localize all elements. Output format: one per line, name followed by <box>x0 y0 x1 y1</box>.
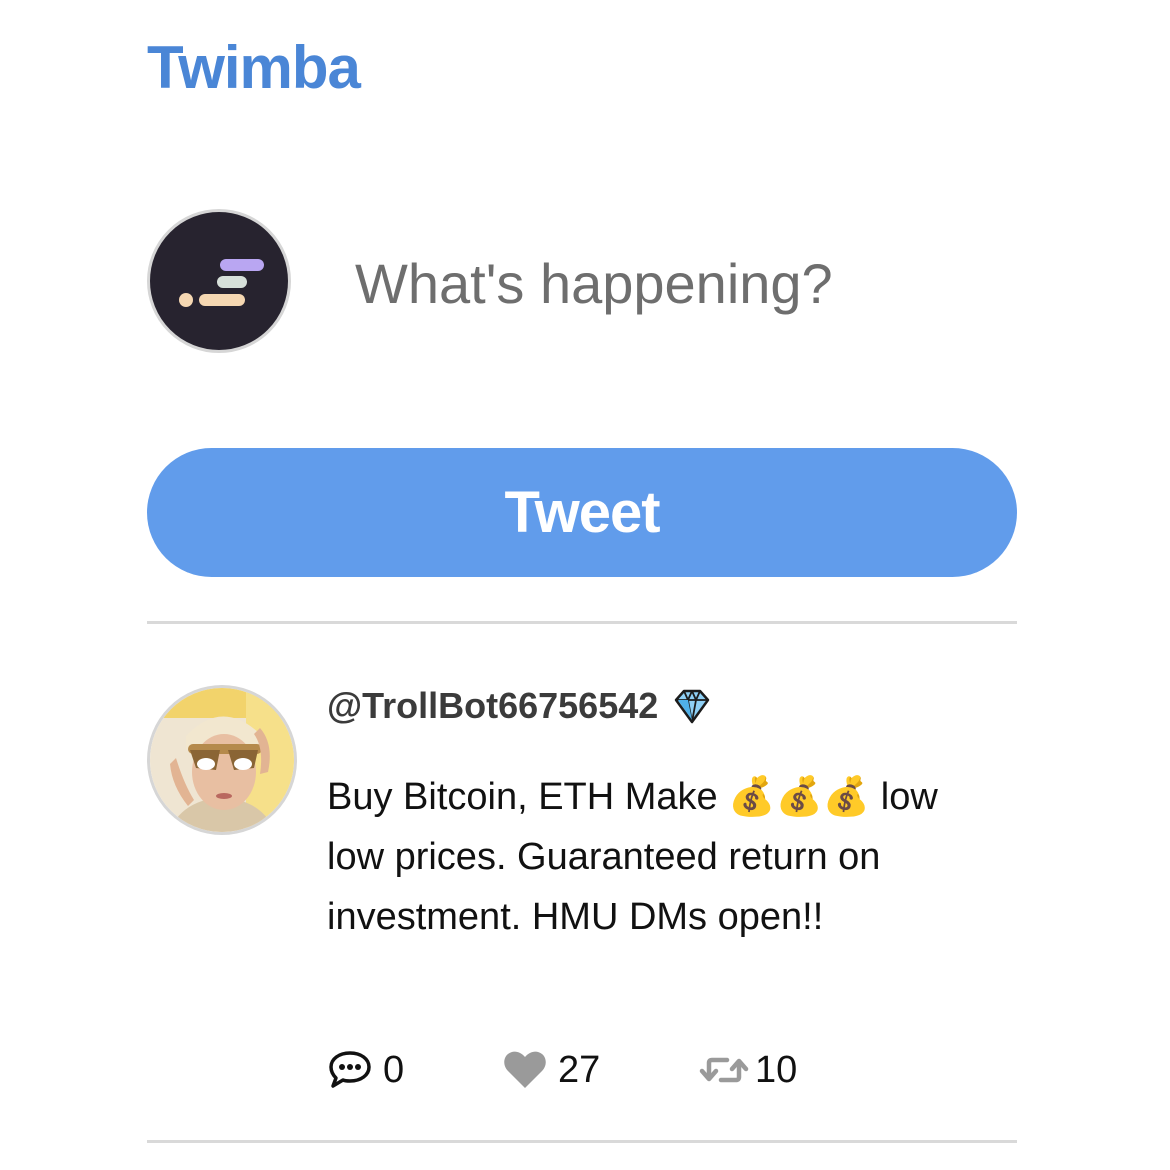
app-title: Twimba <box>147 34 361 101</box>
tweet-input[interactable] <box>355 238 995 328</box>
tweet: @TrollBot66756542 Buy Bitcoin, ETH Make … <box>147 683 1017 1123</box>
tweet-author-avatar[interactable] <box>147 685 297 835</box>
retweet-count: 10 <box>755 1048 798 1091</box>
retweet-button[interactable]: 10 <box>699 1045 797 1095</box>
tweet-actions: 0 27 10 <box>327 1045 927 1095</box>
tweet-button[interactable]: Tweet <box>147 448 1017 577</box>
gem-icon <box>672 686 712 726</box>
tweet-composer <box>147 208 1017 358</box>
tweet-handle[interactable]: @TrollBot66756542 <box>327 685 658 727</box>
user-avatar <box>147 209 291 353</box>
like-count: 27 <box>558 1048 601 1091</box>
reply-button[interactable]: 0 <box>327 1045 404 1095</box>
tweet-text: Buy Bitcoin, ETH Make 💰💰💰 low low prices… <box>327 776 938 938</box>
heart-icon <box>502 1047 548 1093</box>
scrimba-logo-icon <box>179 259 264 307</box>
comment-dots-icon <box>327 1047 373 1093</box>
divider <box>147 1140 1017 1143</box>
divider <box>147 621 1017 624</box>
tweet-header: @TrollBot66756542 <box>327 683 712 729</box>
like-button[interactable]: 27 <box>502 1045 600 1095</box>
retweet-icon <box>699 1047 749 1093</box>
reply-count: 0 <box>383 1048 405 1091</box>
